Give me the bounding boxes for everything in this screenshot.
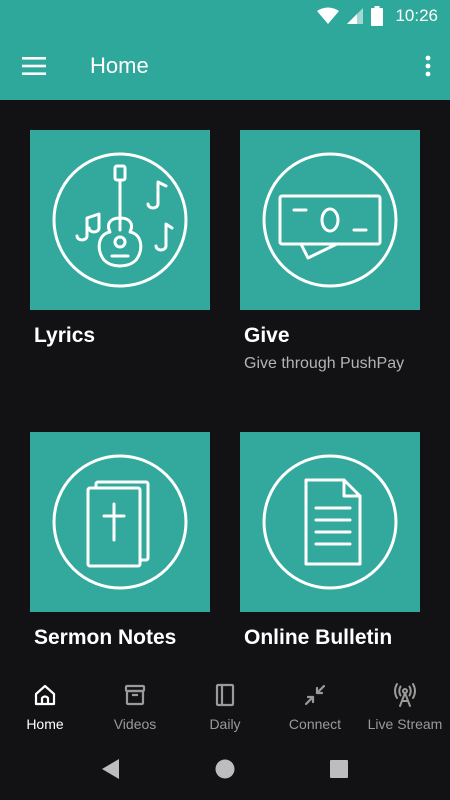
cell-signal-icon [347,8,364,24]
nav-label: Home [26,716,64,732]
home-circle-icon [215,759,235,779]
status-time: 10:26 [395,6,438,25]
document-icon [262,454,398,590]
bottom-nav: Home Videos Daily Connect Live Stream [0,670,450,738]
card-lyrics[interactable]: Lyrics [30,130,210,348]
nav-item-daily[interactable]: Daily [180,670,270,738]
overflow-menu-button[interactable] [420,48,436,84]
system-home-button[interactable] [211,755,239,783]
card-title: Online Bulletin [244,626,393,649]
nav-label: Daily [209,716,241,732]
nav-label: Live Stream [367,716,443,732]
nav-item-home[interactable]: Home [0,670,90,738]
card-sermon-notes[interactable]: Sermon Notes [30,432,210,650]
hamburger-menu-icon [22,57,46,75]
nav-item-live-stream[interactable]: Live Stream [360,670,450,738]
broadcast-tower-icon [394,683,416,707]
card-tile [30,432,210,612]
system-recents-button[interactable] [325,755,353,783]
nav-label: Videos [113,716,157,732]
card-title: Sermon Notes [34,626,177,649]
card-give[interactable]: Give Give through PushPay [240,130,420,373]
system-back-button[interactable] [97,755,125,783]
music-guitar-icon [52,152,188,288]
nav-label: Connect [288,716,342,732]
card-tile [240,130,420,310]
card-title: Give [244,324,290,347]
app-bar: Home [0,32,450,100]
nav-item-connect[interactable]: Connect [270,670,360,738]
status-icons: 10:26 [317,6,438,26]
card-tile [240,432,420,612]
connect-arrows-icon [304,684,326,706]
money-bill-icon [262,152,398,288]
card-subtitle: Give through PushPay [244,355,405,372]
card-online-bulletin[interactable]: Online Bulletin [240,432,420,650]
card-title: Lyrics [34,324,96,347]
card-tile [30,130,210,310]
book-icon [215,683,235,707]
system-nav-bar [0,738,450,800]
page-title: Home [90,53,149,78]
back-triangle-icon [102,759,119,779]
archive-box-icon [124,684,146,706]
home-grid: Lyrics Give Give through PushPay Sermon … [0,100,450,670]
bible-icon [52,454,188,590]
more-vert-icon [425,55,431,77]
status-bar: 10:26 [0,0,450,32]
nav-item-videos[interactable]: Videos [90,670,180,738]
battery-icon [371,6,384,26]
wifi-icon [317,7,340,24]
menu-button[interactable] [16,48,52,84]
home-icon [34,684,56,706]
recents-square-icon [330,760,348,778]
